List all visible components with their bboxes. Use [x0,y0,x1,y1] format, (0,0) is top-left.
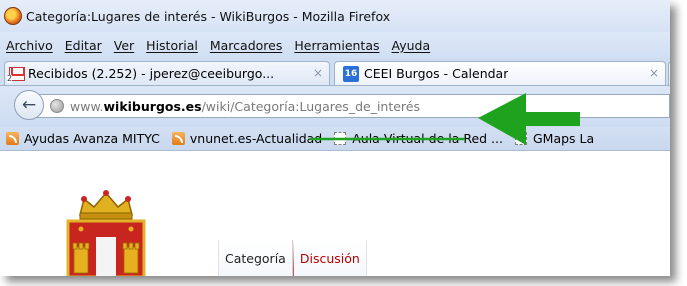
bookmark-ayudas-avanza[interactable]: Ayudas Avanza MITYC [6,131,160,146]
window-title: Categoría:Lugares de interés - WikiBurgo… [26,8,391,24]
calendar-icon: 16 [343,65,359,82]
navigation-bar: www.wikiburgos.es/wiki/Categoría:Lugares… [0,86,670,127]
bookmark-label: vnunet.es-Actualidad [189,131,323,146]
back-button[interactable]: ← [14,90,44,120]
coat-of-arms-logo[interactable] [54,187,158,276]
tab-discusion-label: Discusión [299,251,360,266]
url-prefix: www. [70,98,104,114]
tab-gmail[interactable]: 2 Recibidos (2.252) - jperez@ceeiburgo..… [4,61,330,85]
page-tabs: Categoría Discusión [218,240,367,276]
url-bar[interactable]: www.wikiburgos.es/wiki/Categoría:Lugares… [36,94,670,118]
bookmark-label: GMaps La [532,131,595,146]
tab-partial[interactable] [668,61,670,85]
menu-marcadores[interactable]: Marcadores [210,38,283,53]
tab-label: CEEI Burgos - Calendar [364,66,509,81]
blank-page-icon [334,132,347,145]
page-content: Categoría Discusión [0,152,670,276]
firefox-icon [4,7,22,25]
close-icon[interactable]: × [649,66,659,80]
tab-categoria-label: Categoría [225,251,286,266]
bookmark-gmaps[interactable]: GMaps La [514,131,595,146]
url-path: /wiki/Categoría: [201,98,300,114]
globe-icon [50,99,64,113]
url-domain: wikiburgos.es [103,98,202,114]
menu-bar: Archivo Editar Ver Historial Marcadores … [0,32,670,58]
menu-ver[interactable]: Ver [114,38,134,53]
bookmark-label: Ayudas Avanza MITYC [24,131,160,146]
gmail-icon: 2 [7,66,25,83]
bookmark-label: Aula Virtual de la Red ... [352,131,503,146]
menu-herramientas[interactable]: Herramientas [294,38,379,53]
tab-calendar[interactable]: 16 CEEI Burgos - Calendar × [334,61,666,85]
url-highlight: Lugares_de_interés [299,98,420,114]
bookmark-aula-virtual[interactable]: Aula Virtual de la Red ... [334,131,503,146]
menu-ayuda[interactable]: Ayuda [392,38,431,53]
bookmark-vnunet[interactable]: vnunet.es-Actualidad [171,131,323,146]
url-text: www.wikiburgos.es/wiki/Categoría:Lugares… [70,99,420,114]
title-bar: Categoría:Lugares de interés - WikiBurgo… [0,0,670,32]
tab-discusion[interactable]: Discusión [293,240,367,276]
menu-historial[interactable]: Historial [146,38,198,53]
menu-editar[interactable]: Editar [65,38,102,53]
close-icon[interactable]: × [313,66,323,80]
menu-archivo[interactable]: Archivo [6,38,53,53]
tab-categoria[interactable]: Categoría [218,240,293,276]
rss-icon [171,132,185,145]
tab-bar: 2 Recibidos (2.252) - jperez@ceeiburgo..… [0,58,670,86]
browser-window: Categoría:Lugares de interés - WikiBurgo… [0,0,670,276]
blank-page-icon [514,132,527,145]
tab-label: Recibidos (2.252) - jperez@ceeiburgo... [28,66,275,81]
bookmarks-bar: Ayudas Avanza MITYC vnunet.es-Actualidad… [0,127,670,151]
rss-icon [6,132,19,145]
back-arrow-icon: ← [21,95,37,115]
